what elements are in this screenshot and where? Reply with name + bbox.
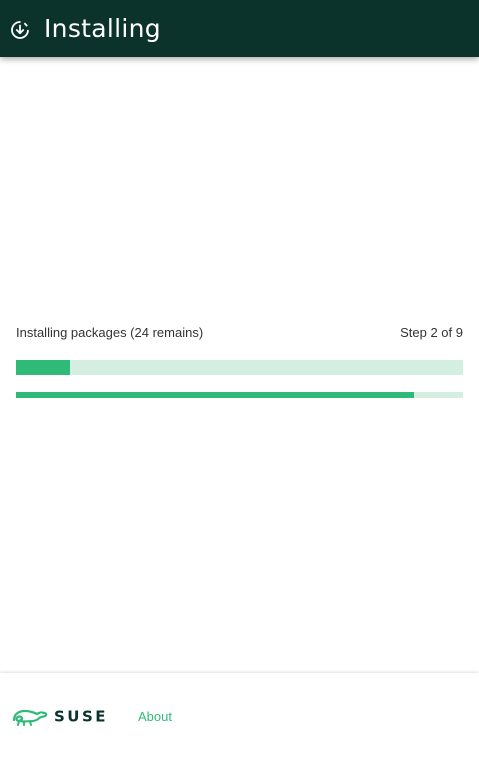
overall-progress-fill (16, 392, 414, 398)
page-title: Installing (44, 14, 161, 43)
installation-progress: Installing packages (24 remains) Step 2 … (16, 324, 463, 398)
about-link[interactable]: About (138, 709, 172, 724)
app-header: Installing (0, 0, 479, 57)
step-counter: Step 2 of 9 (400, 325, 463, 340)
progress-status-text: Installing packages (24 remains) (16, 325, 204, 340)
step-progress-bar (16, 360, 463, 375)
footer: SUSE About (0, 673, 479, 759)
suse-logo: SUSE (12, 705, 110, 727)
suse-chameleon-icon: SUSE (12, 708, 108, 726)
progress-labels: Installing packages (24 remains) Step 2 … (16, 324, 463, 342)
overall-progress-bar (16, 392, 463, 398)
step-progress-fill (16, 360, 70, 375)
svg-text:SUSE: SUSE (54, 708, 108, 726)
download-progress-icon (9, 19, 31, 41)
